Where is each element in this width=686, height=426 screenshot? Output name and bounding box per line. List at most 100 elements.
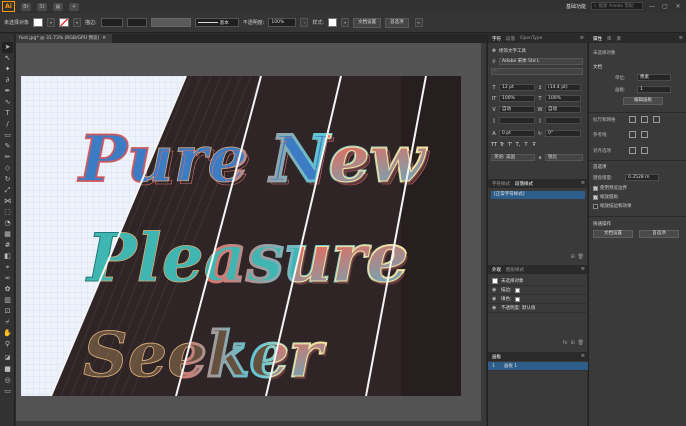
tab-character-styles[interactable]: 字符样式	[492, 181, 510, 187]
horizontal-scrollbar[interactable]	[16, 421, 486, 426]
font-style-dropdown[interactable]: -	[491, 68, 583, 75]
appearance-panel-menu-icon[interactable]: ≡	[581, 265, 585, 274]
styles-panel-menu-icon[interactable]: ≡	[581, 179, 585, 188]
tab-properties[interactable]: 属性	[593, 36, 602, 42]
rotate-tool-icon[interactable]: ↻	[2, 174, 13, 185]
quick-document-setup-button[interactable]: 文档设置	[593, 230, 633, 238]
vertical-scrollbar[interactable]	[481, 43, 486, 426]
artboard-dropdown[interactable]: 1	[637, 86, 671, 93]
stroke-weight-field[interactable]	[100, 18, 123, 27]
maximize-button[interactable]: ▢	[661, 3, 669, 10]
font-family-dropdown[interactable]: Adobe 宋体 Std L	[499, 58, 583, 65]
tab-paragraph[interactable]: 段落	[506, 36, 515, 42]
artboard-row[interactable]: 1 画板 1	[488, 362, 588, 371]
gpu-performance-icon[interactable]: ✈	[69, 2, 79, 11]
pen-tool-icon[interactable]: ✒	[2, 86, 13, 97]
snap-to-pixel-icon[interactable]	[641, 147, 648, 154]
selection-tool-icon[interactable]: ➤	[2, 42, 13, 53]
language-dropdown[interactable]: 英语: 美国	[491, 154, 535, 161]
checkbox-checked[interactable]: ✓	[593, 194, 598, 200]
help-search-input[interactable]: ⌕ 搜索 Adobe 帮助	[591, 2, 643, 10]
panel-menu-icon[interactable]: ≡	[580, 34, 584, 43]
guides-show-icon[interactable]	[629, 131, 636, 138]
superscript-button[interactable]: T'	[507, 142, 513, 148]
eyedropper-tool-icon[interactable]: ⌖	[2, 262, 13, 273]
slice-tool-icon[interactable]: ⌿	[2, 317, 13, 328]
snap-to-point-icon[interactable]	[629, 147, 636, 154]
eraser-tool-icon[interactable]: ◇	[2, 163, 13, 174]
antialias-dropdown[interactable]: 锐化	[545, 154, 583, 161]
opacity-field[interactable]: 100%	[268, 18, 297, 27]
opacity-dropdown[interactable]: ›	[300, 18, 309, 27]
stroke-dropdown[interactable]: ▾	[73, 18, 82, 27]
preferences-button[interactable]: 首选项	[385, 17, 409, 28]
width-tool-icon[interactable]: ⋈	[2, 196, 13, 207]
leading-field[interactable]: (14.4 pt)	[545, 84, 581, 91]
tab-libraries[interactable]: 库	[607, 36, 612, 42]
fill-swatch[interactable]	[33, 18, 44, 27]
screen-mode-icon[interactable]: ▭	[2, 386, 13, 397]
rulers-icon[interactable]	[629, 116, 636, 123]
appearance-fill-row[interactable]: ◉ 填色:	[488, 295, 588, 304]
blend-tool-icon[interactable]: ∞	[2, 273, 13, 284]
subscript-button[interactable]: T,	[515, 142, 521, 148]
free-transform-tool-icon[interactable]: ⬚	[2, 207, 13, 218]
tab-character[interactable]: 字符	[492, 36, 501, 42]
direct-selection-tool-icon[interactable]: ↖	[2, 53, 13, 64]
appearance-opacity-row[interactable]: ◉ 不透明度: 默认值	[488, 304, 588, 313]
unit-dropdown[interactable]: 像素	[637, 74, 671, 81]
rectangle-tool-icon[interactable]: ▭	[2, 130, 13, 141]
all-caps-button[interactable]: TT	[491, 142, 497, 148]
eye-icon[interactable]: ◉	[492, 296, 498, 302]
artboard[interactable]: Pure New Pleasure Seeker Pure New Pure N…	[21, 76, 461, 396]
guides-lock-icon[interactable]	[641, 131, 648, 138]
strikethrough-button[interactable]: Ŧ	[531, 142, 537, 148]
fill-stroke-icon[interactable]: ◪	[2, 352, 13, 363]
checkbox-checked[interactable]: ✓	[593, 185, 598, 191]
grid-icon[interactable]	[641, 116, 648, 123]
tab-appearance[interactable]: 外观	[492, 267, 501, 273]
stroke-mini-swatch[interactable]	[514, 287, 520, 293]
tab-paragraph-styles[interactable]: 段落样式	[515, 181, 533, 187]
color-mode-icon[interactable]: ■	[2, 364, 13, 375]
paintbrush-tool-icon[interactable]: ✎	[2, 141, 13, 152]
lasso-tool-icon[interactable]: ∂	[2, 75, 13, 86]
stroke-style-dropdown[interactable]: 基本	[194, 18, 239, 27]
symbol-sprayer-tool-icon[interactable]: ✿	[2, 284, 13, 295]
shape-builder-tool-icon[interactable]: ◔	[2, 218, 13, 229]
delete-item-icon[interactable]: 🗑	[578, 340, 584, 346]
baseline-shift-field[interactable]: 0 pt	[499, 130, 535, 137]
line-tool-icon[interactable]: /	[2, 119, 13, 130]
document-setup-button[interactable]: 文档设置	[353, 17, 382, 28]
transparency-grid-icon[interactable]	[653, 116, 660, 123]
zoom-tool-icon[interactable]: ⚲	[2, 339, 13, 350]
stroke-swatch[interactable]	[59, 18, 70, 27]
artboards-panel-menu-icon[interactable]: ≡	[581, 352, 585, 361]
checkbox-unchecked[interactable]	[593, 203, 598, 209]
eye-icon[interactable]: ◉	[492, 287, 498, 293]
fill-dropdown[interactable]: ▾	[47, 18, 56, 27]
new-item-icon[interactable]: ⊞	[570, 340, 574, 346]
magic-wand-tool-icon[interactable]: ✦	[2, 64, 13, 75]
graphic-style-swatch[interactable]	[328, 18, 338, 27]
properties-panel-menu-icon[interactable]: ≡	[679, 34, 683, 43]
perspective-grid-tool-icon[interactable]: ▦	[2, 229, 13, 240]
tsume-field[interactable]	[499, 117, 535, 124]
variable-width-field[interactable]	[126, 18, 147, 27]
fill-mini-swatch[interactable]	[514, 296, 520, 302]
workspace-switcher[interactable]: 基础功能	[566, 3, 586, 10]
style-item[interactable]: [正常字符样式]	[491, 191, 585, 199]
aki-field[interactable]	[545, 117, 581, 124]
minimize-button[interactable]: —	[648, 3, 656, 10]
tab-opentype[interactable]: OpenType	[520, 36, 542, 41]
small-caps-button[interactable]: Tr	[499, 142, 505, 148]
appearance-stroke-row[interactable]: ◉ 描边:	[488, 286, 588, 295]
brush-definition-field[interactable]	[150, 18, 191, 27]
fx-icon[interactable]: fx	[563, 340, 568, 346]
type-tool-icon[interactable]: T	[2, 108, 13, 119]
new-style-icon[interactable]: ⊞	[570, 254, 574, 260]
mesh-tool-icon[interactable]: #	[2, 240, 13, 251]
touch-type-row[interactable]: ✥ 修饰文字工具	[491, 48, 526, 54]
eye-icon[interactable]: ◉	[492, 305, 498, 311]
canvas-area[interactable]: Pure New Pleasure Seeker Pure New Pure N…	[16, 43, 486, 426]
